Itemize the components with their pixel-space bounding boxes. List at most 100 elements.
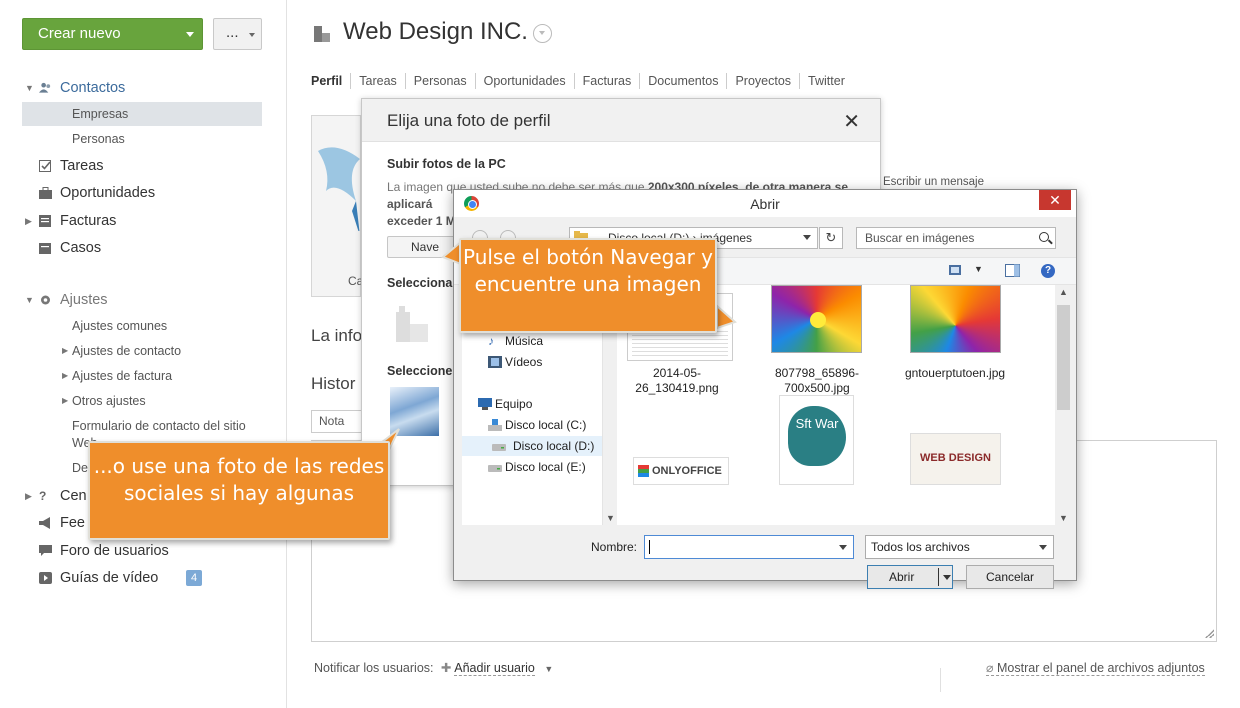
chevron-up-icon[interactable]: ▲ <box>1059 287 1068 297</box>
add-user-link[interactable]: Añadir usuario <box>454 661 535 676</box>
expand-arrow-icon[interactable]: ▶ <box>62 364 68 388</box>
create-new-button[interactable]: Crear nuevo <box>22 18 203 50</box>
plus-icon[interactable]: ✚ <box>441 661 451 675</box>
preview-pane-icon[interactable] <box>1005 264 1020 277</box>
view-options-icon[interactable] <box>949 264 964 277</box>
profile-photo-frame[interactable]: Ca <box>311 115 363 297</box>
thumbnail-text: Sft War <box>788 406 846 466</box>
megaphone-icon <box>39 517 50 529</box>
divider <box>940 668 941 692</box>
sidebar-item-label: Contactos <box>60 80 126 96</box>
sidebar-item-other-settings[interactable]: ▶ Otros ajustes <box>22 389 262 413</box>
tree-item-drive-d[interactable]: Disco local (D:) <box>462 436 602 456</box>
open-button-label: Abrir <box>889 570 915 584</box>
sidebar-item-label: Personas <box>72 132 125 146</box>
default-company-avatar[interactable] <box>392 304 436 348</box>
tab-projects[interactable]: Proyectos <box>726 73 799 89</box>
more-actions-button[interactable]: ... <box>213 18 262 50</box>
sidebar-item-label: De <box>72 461 88 475</box>
tree-item-label: Disco local (D:) <box>513 439 595 453</box>
file-name-label[interactable]: gntouerptutoen.jpg <box>895 366 1015 381</box>
sidebar-item-contact-settings[interactable]: ▶ Ajustes de contacto <box>22 339 262 363</box>
upload-heading: Subir fotos de la PC <box>387 157 506 171</box>
sidebar-item-common-settings[interactable]: Ajustes comunes <box>22 314 262 338</box>
file-thumbnail[interactable] <box>910 285 1001 353</box>
chevron-down-icon <box>249 33 255 37</box>
browse-hint-callout: Pulse el botón Navegar y encuentre una i… <box>459 238 717 333</box>
attachments-panel-link[interactable]: ⌀ Mostrar el panel de archivos adjuntos <box>986 660 1205 676</box>
tab-persons[interactable]: Personas <box>404 73 475 89</box>
sidebar-item-label: Otros ajustes <box>72 394 146 408</box>
file-name-label[interactable]: 807798_65896-700x500.jpg <box>757 366 877 396</box>
file-type-select[interactable]: Todos los archivos <box>865 535 1054 559</box>
expand-arrow-icon[interactable]: ▼ <box>25 76 35 100</box>
tab-documents[interactable]: Documentos <box>639 73 726 89</box>
tree-item-drive-c[interactable]: Disco local (C:) <box>484 415 586 435</box>
resize-grip-icon[interactable] <box>1204 628 1214 638</box>
file-name-label[interactable]: 2014-05-26_130419.png <box>617 366 737 396</box>
tree-item-drive-e[interactable]: Disco local (E:) <box>484 457 586 477</box>
chevron-down-icon[interactable] <box>803 235 811 240</box>
chevron-down-icon[interactable]: ▼ <box>606 513 615 523</box>
tree-item-computer[interactable]: Equipo <box>474 394 532 414</box>
file-thumbnail[interactable]: Sft War <box>779 395 854 485</box>
chevron-down-icon[interactable]: ▼ <box>544 664 553 674</box>
gear-icon <box>41 295 50 305</box>
search-input[interactable]: Buscar en imágenes <box>856 227 1056 249</box>
text-cursor <box>649 540 650 554</box>
cases-icon <box>39 243 51 254</box>
tab-opportunities[interactable]: Oportunidades <box>474 73 574 89</box>
chevron-down-icon <box>186 32 194 37</box>
tree-item-videos[interactable]: Vídeos <box>484 352 542 372</box>
close-button[interactable]: ✕ <box>1039 190 1071 210</box>
sidebar-item-invoice-settings[interactable]: ▶ Ajustes de factura <box>22 364 262 388</box>
expand-arrow-icon[interactable]: ▶ <box>25 209 35 233</box>
dialog-titlebar: Abrir ✕ <box>454 190 1076 217</box>
expand-arrow-icon[interactable]: ▼ <box>25 288 35 312</box>
select-default-heading: Seleccionar <box>387 276 458 290</box>
tab-tasks[interactable]: Tareas <box>350 73 405 89</box>
file-list-scrollbar[interactable]: ▲ ▼ <box>1055 285 1072 525</box>
select-social-heading: Seleccione <box>387 364 453 378</box>
chevron-down-icon[interactable]: ▼ <box>1059 513 1068 523</box>
video-play-icon <box>39 572 52 584</box>
tree-item-label: Disco local (C:) <box>505 418 587 432</box>
title-dropdown-button[interactable] <box>533 24 552 43</box>
chevron-down-icon[interactable] <box>1039 545 1047 550</box>
chevron-down-icon[interactable]: ▼ <box>974 264 983 274</box>
cancel-button[interactable]: Cancelar <box>966 565 1054 589</box>
sidebar-item-label: Facturas <box>60 213 117 229</box>
film-icon <box>488 356 502 368</box>
tab-profile[interactable]: Perfil <box>311 73 350 89</box>
windows-drive-icon <box>488 419 502 431</box>
chevron-down-icon[interactable] <box>943 575 951 580</box>
expand-arrow-icon[interactable]: ▶ <box>25 484 35 508</box>
checkbox-icon <box>39 160 51 172</box>
expand-arrow-icon[interactable]: ▶ <box>62 389 68 413</box>
write-message-link[interactable]: Escribir un mensaje <box>883 176 984 188</box>
chevron-down-icon[interactable] <box>839 545 847 550</box>
file-name-input[interactable] <box>644 535 854 559</box>
search-placeholder: Buscar en imágenes <box>865 231 975 245</box>
help-icon[interactable]: ? <box>1041 264 1055 278</box>
file-thumbnail[interactable]: WEB DESIGN <box>910 433 1001 485</box>
file-thumbnail[interactable]: ONLYOFFICE <box>633 457 729 485</box>
expand-arrow-icon[interactable]: ▶ <box>62 339 68 363</box>
briefcase-icon <box>39 187 52 199</box>
file-thumbnail[interactable] <box>771 285 862 353</box>
sidebar-item-label: Casos <box>60 240 102 256</box>
tab-twitter[interactable]: Twitter <box>799 73 853 89</box>
tree-item-music[interactable]: ♪ Música <box>484 331 543 351</box>
attachments-label: Mostrar el panel de archivos adjuntos <box>997 661 1205 675</box>
paperclip-icon: ⌀ <box>986 661 994 675</box>
sidebar-item-persons[interactable]: Personas <box>22 127 262 151</box>
sidebar-item-companies[interactable]: Empresas <box>22 102 262 126</box>
scrollbar-thumb[interactable] <box>1057 305 1070 410</box>
close-icon[interactable]: ✕ <box>843 109 860 134</box>
refresh-button[interactable]: ↻ <box>819 227 843 249</box>
tab-invoices[interactable]: Facturas <box>573 73 640 89</box>
chat-bubble-icon <box>39 545 52 556</box>
sidebar-item-label: Ajustes <box>60 292 108 308</box>
sidebar-item-label: Oportunidades <box>60 185 156 201</box>
open-button[interactable]: Abrir <box>867 565 953 589</box>
